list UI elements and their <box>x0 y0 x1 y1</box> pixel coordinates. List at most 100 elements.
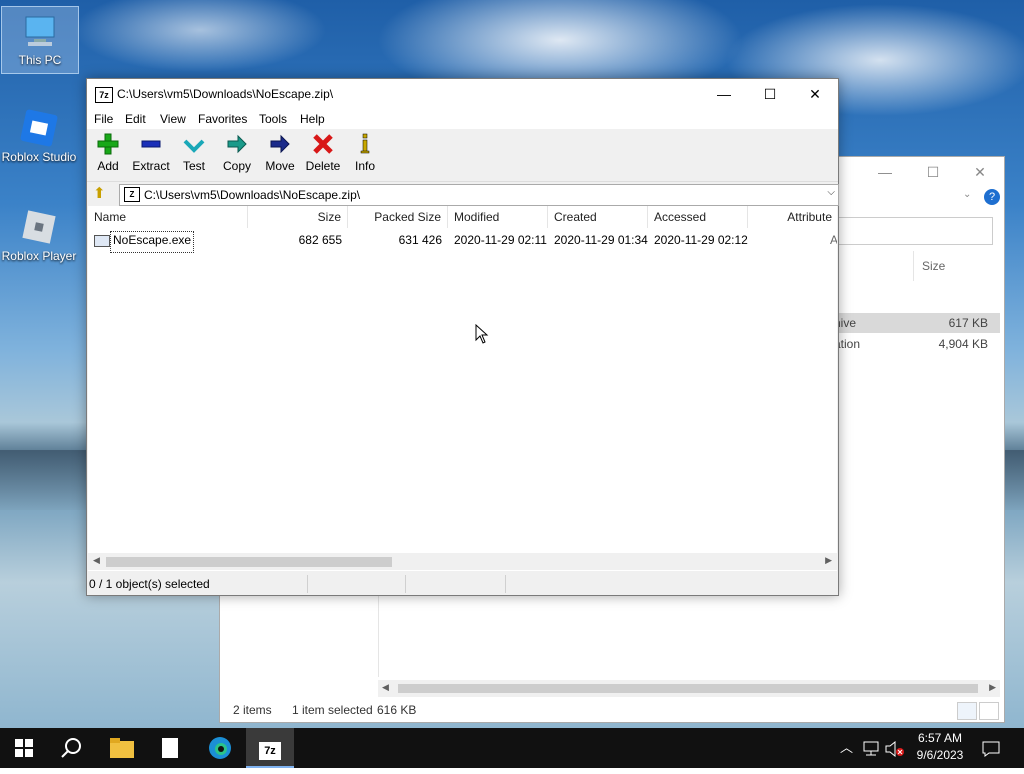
menu-edit[interactable]: Edit <box>125 112 146 126</box>
file-created: 2020-11-29 01:34 <box>554 233 648 247</box>
toolbar: Add Extract Test Copy Move Delete Info <box>87 129 838 182</box>
desktop-icon-roblox-studio[interactable]: Roblox Studio <box>1 104 77 164</box>
column-header-packed-size[interactable]: Packed Size <box>348 206 448 228</box>
status-selected: 1 item selected <box>292 703 373 717</box>
file-attributes: A <box>829 233 837 247</box>
roblox-studio-icon <box>19 108 59 148</box>
status-text: 0 / 1 object(s) selected <box>87 575 308 593</box>
copy-label: Copy <box>222 159 251 173</box>
maximize-button[interactable]: ☐ <box>747 79 793 109</box>
taskbar: 7z ︿ 6:57 AM 9/6/2023 <box>0 728 1024 768</box>
volume-muted-icon[interactable] <box>885 728 905 768</box>
menu-view[interactable]: View <box>160 112 186 126</box>
file-modified: 2020-11-29 02:11 <box>454 233 547 247</box>
status-segment <box>407 575 506 593</box>
scroll-right-icon[interactable]: ▶ <box>825 555 832 566</box>
close-button[interactable]: ✕ <box>960 160 1000 184</box>
add-button[interactable]: Add <box>86 133 130 173</box>
file-size: 4,904 KB <box>938 337 988 351</box>
file-size: 617 KB <box>948 316 988 330</box>
file-list[interactable]: Name Size Packed Size Modified Created A… <box>88 206 837 571</box>
x-icon <box>301 133 345 159</box>
menu-help[interactable]: Help <box>300 112 325 126</box>
column-header-size[interactable]: Size <box>913 251 1005 281</box>
menu-favorites[interactable]: Favorites <box>198 112 247 126</box>
scroll-left-icon[interactable]: ◀ <box>93 555 100 566</box>
help-icon[interactable]: ? <box>984 189 1000 205</box>
edge-icon[interactable] <box>196 728 244 768</box>
chevron-down-icon[interactable]: ⌵ <box>827 187 835 198</box>
close-button[interactable]: ✕ <box>792 79 838 109</box>
status-item-count: 2 items <box>233 703 272 717</box>
horizontal-scrollbar[interactable]: ◀ ▶ <box>378 680 1000 697</box>
copy-button[interactable]: Copy <box>215 133 259 173</box>
add-label: Add <box>97 159 119 173</box>
start-icon[interactable] <box>0 728 48 768</box>
address-input[interactable]: Z C:\Users\vm5\Downloads\NoEscape.zip\ ⌵ <box>119 184 839 206</box>
info-button[interactable]: Info <box>343 133 387 173</box>
scroll-right-icon[interactable]: ▶ <box>989 682 996 693</box>
menu-tools[interactable]: Tools <box>259 112 287 126</box>
column-header-modified[interactable]: Modified <box>448 206 548 228</box>
extract-label: Extract <box>132 159 170 173</box>
move-label: Move <box>265 159 295 173</box>
column-header-attributes[interactable]: Attribute <box>748 206 837 228</box>
move-button[interactable]: Move <box>258 133 302 173</box>
info-label: Info <box>354 159 375 173</box>
search-input[interactable] <box>837 217 993 245</box>
large-icons-view-icon[interactable] <box>979 702 999 720</box>
column-header-accessed[interactable]: Accessed <box>648 206 748 228</box>
7zip-window[interactable]: 7z C:\Users\vm5\Downloads\NoEscape.zip\ … <box>86 78 839 596</box>
computer-icon <box>20 11 60 51</box>
maximize-button[interactable]: ☐ <box>913 160 953 184</box>
details-view-icon[interactable] <box>957 702 977 720</box>
zip-archive-icon: Z <box>124 187 140 202</box>
status-size: 616 KB <box>377 703 417 717</box>
chevron-down-icon[interactable]: ⌄ <box>963 189 971 200</box>
7zip-icon[interactable]: 7z <box>246 728 294 768</box>
clock-date: 9/6/2023 <box>916 748 964 762</box>
menu-file[interactable]: File <box>94 112 113 126</box>
file-packed-size: 631 426 <box>398 233 442 247</box>
test-label: Test <box>182 159 205 173</box>
delete-label: Delete <box>305 159 341 173</box>
column-header-created[interactable]: Created <box>548 206 648 228</box>
file-size: 682 655 <box>298 233 342 247</box>
7zip-app-icon: 7z <box>95 87 113 103</box>
minus-icon <box>129 133 173 159</box>
horizontal-scrollbar[interactable]: ◀ ▶ <box>88 553 837 570</box>
desktop-icon-label: Roblox Studio <box>1 150 77 164</box>
delete-button[interactable]: Delete <box>301 133 345 173</box>
extract-button[interactable]: Extract <box>129 133 173 173</box>
check-icon <box>172 133 216 159</box>
list-item[interactable]: hive 617 KB <box>830 313 1000 333</box>
notepad-icon[interactable] <box>146 728 194 768</box>
minimize-button[interactable]: — <box>701 79 747 109</box>
system-clock[interactable]: 6:57 AM 9/6/2023 <box>906 730 974 764</box>
desktop-icon-roblox-player[interactable]: Roblox Player <box>1 203 77 263</box>
network-icon[interactable] <box>862 728 880 768</box>
window-title: C:\Users\vm5\Downloads\NoEscape.zip\ <box>117 87 334 101</box>
scrollbar-thumb[interactable] <box>398 684 978 693</box>
test-button[interactable]: Test <box>172 133 216 173</box>
file-accessed: 2020-11-29 02:12 <box>654 233 748 247</box>
search-icon[interactable] <box>48 728 96 768</box>
desktop-icon-this-pc[interactable]: This PC <box>1 6 79 74</box>
status-segment <box>307 575 406 593</box>
notifications-icon[interactable] <box>982 728 1000 768</box>
explorer-statusbar: 2 items 1 item selected 616 KB <box>220 698 1004 722</box>
scroll-left-icon[interactable]: ◀ <box>382 682 389 693</box>
list-item[interactable]: ation 4,904 KB <box>830 334 1000 354</box>
titlebar: 7z C:\Users\vm5\Downloads\NoEscape.zip\ … <box>87 79 838 109</box>
minimize-button[interactable]: — <box>865 160 905 184</box>
column-header-size[interactable]: Size <box>248 206 348 228</box>
file-explorer-icon[interactable] <box>98 728 146 768</box>
folder-up-icon[interactable]: ⬆ <box>93 185 111 203</box>
scrollbar-thumb[interactable] <box>106 557 392 567</box>
copy-arrow-icon <box>215 133 259 159</box>
statusbar: 0 / 1 object(s) selected <box>87 573 838 595</box>
column-header-name[interactable]: Name <box>88 206 248 228</box>
info-icon <box>343 133 387 159</box>
chevron-up-icon[interactable]: ︿ <box>840 728 853 768</box>
move-arrow-icon <box>258 133 302 159</box>
